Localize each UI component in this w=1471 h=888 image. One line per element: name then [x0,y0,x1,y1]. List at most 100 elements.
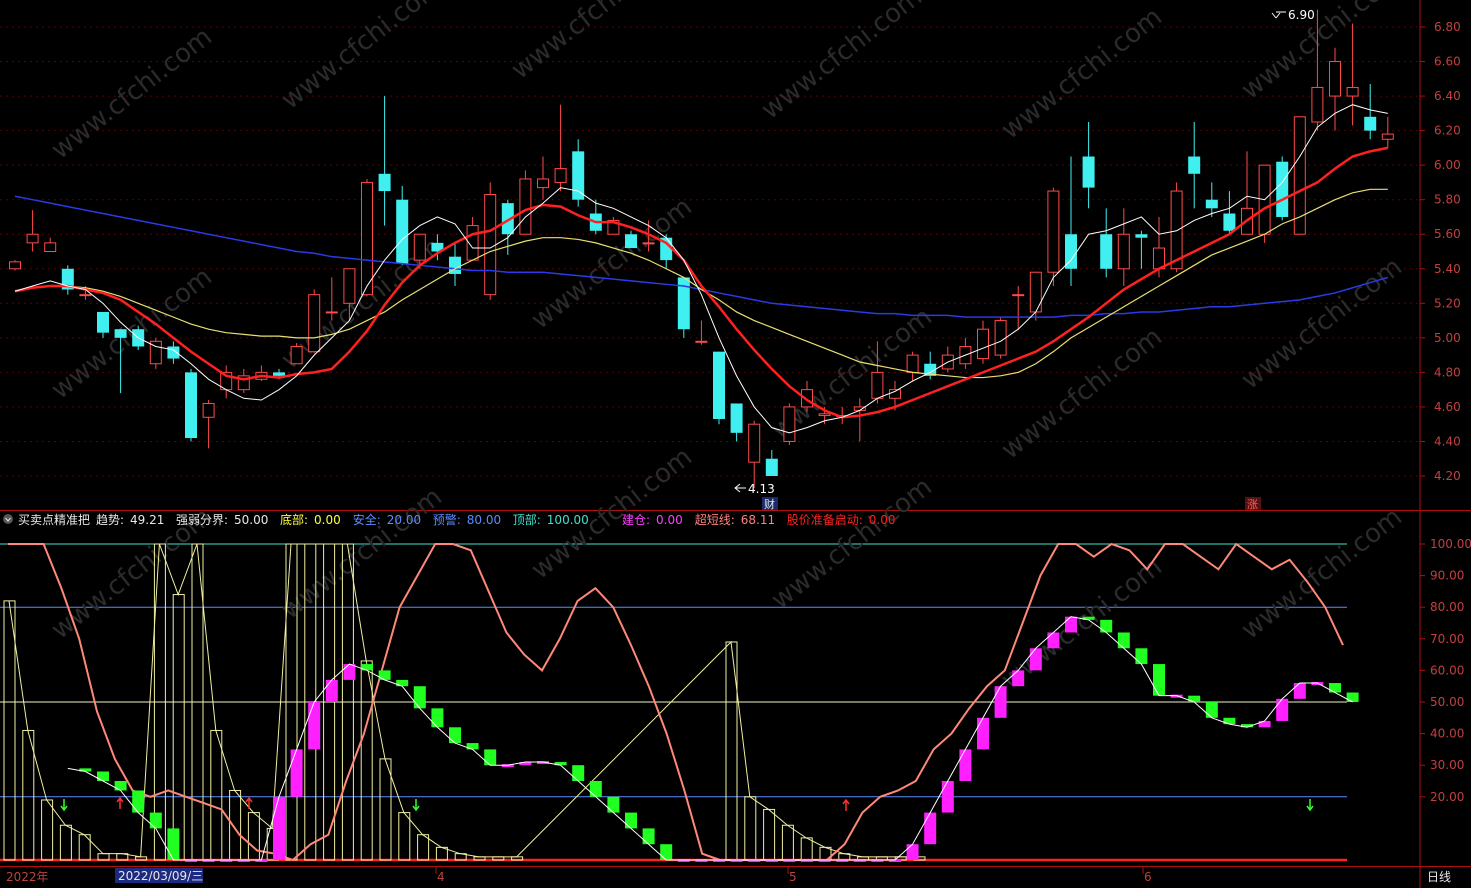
candle-body [1381,133,1394,140]
indicator-item-label: 趋势: [96,513,124,527]
bottom-bar [210,729,223,861]
trend-block [941,781,954,813]
trend-block [1205,702,1218,718]
price-tick-label: 6.20 [1434,124,1461,138]
indicator-tick-label: 60.00 [1430,663,1464,677]
bottom-bar [398,812,411,861]
x-label-year: 2022年 [6,870,49,884]
candle-body [1082,156,1095,188]
indicator-item-label: 股价准备启动: [787,513,863,527]
price-tick-label: 5.40 [1434,262,1461,276]
watermark-text: www.cfchi.com [276,0,448,116]
indicator-name[interactable]: 买卖点精准把 [18,513,90,527]
trend-block [1223,717,1236,725]
cursor-date: 2022/03/09/三 [118,869,203,883]
indicator-tick-label: 90.00 [1430,569,1464,583]
price-axis: 6.80 6.60 6.40 6.20 6.00 5.80 5.60 5.40 5.20 5.00… [1420,20,1461,483]
trend-line [67,616,1353,861]
indicator-item-label: 安全: [353,512,381,527]
candle-body [413,233,426,261]
trend-block [1029,648,1042,671]
signal-arrow [116,796,124,809]
trend-block [290,749,303,797]
watermark-text: www.cfchi.com [996,2,1168,146]
price-tick-label: 6.60 [1434,55,1461,69]
trend-block [413,686,426,709]
chart-frame [0,0,1471,888]
candle-body [730,403,743,433]
price-tick-label: 6.80 [1434,20,1461,34]
rise-marker: 涨 [1247,498,1258,511]
bottom-bar [135,856,148,861]
indicator-item-value: 20.00 [387,513,421,527]
indicator-item-label: 预警: [433,512,461,527]
trend-block [1293,683,1306,699]
candle-body [290,345,303,365]
candle-body [1100,234,1113,269]
indicator-tick-label: 50.00 [1430,695,1464,709]
indicator-item-label: 强弱分界: [176,513,228,527]
indicator-tick-label: 20.00 [1430,790,1464,804]
indicator-item-value: 100.00 [547,513,589,527]
candle-body [97,311,109,333]
collapse-icon[interactable] [3,514,13,524]
watermark: www.cfchi.com www.cfchi.com www.cfchi.com w… [46,0,1408,696]
watermark-text: www.cfchi.com [46,22,218,166]
x-label-may: 5 [789,870,797,884]
signal-arrow [245,796,253,809]
indicator-item-label: 建仓: [622,513,650,527]
trend-block [589,781,602,797]
trend-block [1135,648,1148,665]
trend-block [1258,720,1271,728]
trend-block [97,771,109,781]
trend-block [325,679,338,702]
indicator-item-value: 0.00 [869,513,896,527]
candle-body [308,294,321,353]
indicator-tick-label: 30.00 [1430,758,1464,772]
price-tick-label: 6.00 [1434,158,1461,172]
x-label-jun: 6 [1144,870,1152,884]
candle-body [871,371,884,399]
signal-arrow [412,799,420,812]
candle-body [114,329,127,338]
bottom-bar [360,660,373,861]
indicator-tick-label: 40.00 [1430,727,1464,741]
price-tick-label: 4.20 [1434,469,1461,483]
candle-body [906,354,919,373]
trend-block [167,828,180,860]
trend-block [396,679,409,687]
trend-block [449,727,461,744]
candlesticks [9,9,1394,489]
indicator-item-value: 68.11 [741,513,775,527]
price-tick-label: 5.80 [1434,193,1461,207]
finance-marker-label: 财 [764,497,775,511]
trend-block [1065,616,1077,633]
candle-body [79,294,92,297]
candle-body [537,178,549,189]
candle-body [1047,190,1060,273]
bottom-bar [22,729,35,861]
signal-arrow [60,799,68,812]
x-label-apr: 4 [437,870,445,884]
candle-body [994,320,1007,356]
trend-block [1012,670,1025,687]
price-tick-label: 4.40 [1434,434,1461,448]
candle-body [343,268,356,304]
period-button[interactable]: 日线 [1427,870,1451,884]
indicator-item-label: 底部: [280,512,308,527]
indicator-item-value: 50.00 [234,513,268,527]
candle-body [1364,116,1377,131]
bottom-bar [172,594,185,861]
candle-body [783,406,796,442]
candle-body [378,173,391,192]
candle-body [1276,161,1289,217]
candle-body [748,423,761,463]
indicator-header: 买卖点精准把 趋势: 49.21 强弱分界: 50.00 底部: 0.00 安全: 20.00… [3,512,896,527]
price-tick-label: 6.40 [1434,89,1461,103]
candle-body [572,151,585,200]
candle-body [202,402,215,418]
trend-block [1188,695,1201,702]
high-marker: 6.90 [1271,8,1315,22]
indicator-item-value: 80.00 [467,513,501,527]
candle-body [1205,199,1218,209]
